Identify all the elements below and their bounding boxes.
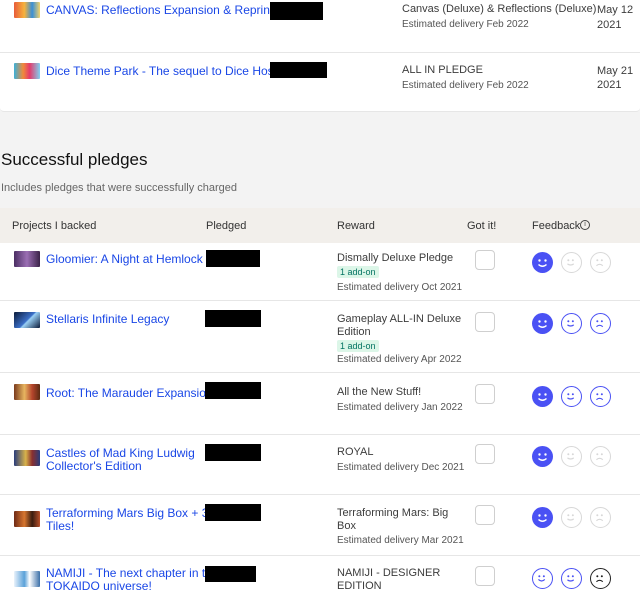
estimated-delivery: Estimated delivery Jan 2022 — [337, 402, 463, 413]
estimated-delivery: Estimated delivery Oct 2021 — [337, 282, 463, 293]
reward-name: NAMIJI - DESIGNER — [337, 567, 441, 579]
reward-name: Gameplay ALL-IN Deluxe — [337, 313, 462, 325]
redacted-amount — [270, 2, 323, 20]
got-it-checkbox[interactable] — [475, 312, 495, 332]
project-link-canvas[interactable]: CANVAS: Reflections Expansion & Reprint — [46, 3, 273, 17]
column-header-reward: Reward — [337, 220, 375, 232]
redacted-amount — [205, 444, 261, 461]
project-thumbnail[interactable] — [14, 384, 40, 400]
project-link-dice-theme-park[interactable]: Dice Theme Park - The sequel to Dice Hos… — [46, 64, 299, 78]
happy-face-icon[interactable] — [532, 507, 553, 528]
estimated-delivery: Estimated delivery Dec 2021 — [337, 462, 465, 473]
happy-face-icon[interactable] — [532, 252, 553, 273]
column-header-got-it: Got it! — [467, 220, 497, 232]
project-link-castles[interactable]: Castles of Mad King Ludwig — [46, 446, 195, 460]
project-link-root[interactable]: Root: The Marauder Expansion — [46, 386, 213, 400]
project-link-gloomier[interactable]: Gloomier: A Night at Hemlock Hall — [46, 252, 227, 266]
row-divider — [0, 300, 640, 301]
sad-face-icon[interactable] — [590, 446, 611, 467]
project-link-terraforming-mars-cont[interactable]: Tiles! — [46, 519, 74, 533]
project-link-castles-cont[interactable]: Collector's Edition — [46, 459, 142, 473]
pledge-date: May 12 — [597, 4, 634, 16]
pledges-card-top: CANVAS: Reflections Expansion & Reprint … — [0, 0, 640, 112]
pledge-date: May 21 — [597, 65, 634, 77]
happy-face-icon[interactable] — [532, 386, 553, 407]
redacted-amount — [205, 382, 261, 399]
table-header: Projects I backed Pledged Reward Got it!… — [0, 208, 640, 243]
project-link-namiji[interactable]: NAMIJI - The next chapter in the — [46, 566, 219, 580]
neutral-face-icon[interactable] — [561, 507, 582, 528]
addon-badge: 1 add-on — [337, 266, 379, 278]
redacted-amount — [270, 62, 327, 78]
pledge-date-year: 2021 — [597, 79, 622, 91]
sad-face-icon[interactable] — [590, 507, 611, 528]
project-link-namiji-cont[interactable]: TOKAIDO universe! — [46, 579, 152, 590]
project-thumbnail[interactable] — [14, 63, 40, 79]
column-header-pledged: Pledged — [206, 220, 247, 232]
row-divider — [0, 52, 640, 53]
got-it-checkbox[interactable] — [475, 444, 495, 464]
reward-name: Terraforming Mars: Big — [337, 507, 449, 519]
neutral-face-icon[interactable] — [561, 252, 582, 273]
project-thumbnail[interactable] — [14, 312, 40, 328]
project-link-terraforming-mars[interactable]: Terraforming Mars Big Box + 3D — [46, 506, 217, 520]
reward-name: ROYAL — [337, 446, 374, 458]
reward-name-cont: Edition — [337, 326, 371, 338]
happy-face-icon[interactable] — [532, 446, 553, 467]
reward-name: All the New Stuff! — [337, 386, 422, 398]
reward-name: Dismally Deluxe Pledge — [337, 252, 454, 264]
row-divider — [0, 372, 640, 373]
column-header-feedback: Feedback — [532, 220, 581, 232]
project-thumbnail[interactable] — [14, 2, 40, 18]
project-thumbnail[interactable] — [14, 450, 40, 466]
reward-name-cont: Box — [337, 520, 356, 532]
sad-face-icon[interactable] — [590, 568, 611, 589]
got-it-checkbox[interactable] — [475, 566, 495, 586]
neutral-face-icon[interactable] — [561, 386, 582, 407]
estimated-delivery: Estimated delivery Mar 2021 — [337, 535, 464, 546]
row-divider — [0, 434, 640, 435]
estimated-delivery: Estimated delivery Apr 2022 — [337, 354, 462, 365]
got-it-checkbox[interactable] — [475, 505, 495, 525]
section-subtitle: Includes pledges that were successfully … — [1, 182, 238, 194]
section-title: Successful pledges — [1, 150, 148, 169]
project-link-stellaris[interactable]: Stellaris Infinite Legacy — [46, 312, 169, 326]
sad-face-icon[interactable] — [590, 313, 611, 334]
row-divider — [0, 555, 640, 556]
redacted-amount — [206, 250, 260, 267]
happy-face-icon[interactable] — [532, 313, 553, 334]
redacted-amount — [205, 566, 256, 582]
reward-name-cont: EDITION — [337, 580, 382, 590]
column-header-projects: Projects I backed — [12, 220, 97, 232]
sad-face-icon[interactable] — [590, 386, 611, 407]
happy-face-icon[interactable] — [532, 568, 553, 589]
reward-name: Canvas (Deluxe) & Reflections (Deluxe) — [402, 3, 597, 15]
redacted-amount — [205, 504, 261, 521]
addon-badge: 1 add-on — [337, 340, 379, 352]
reward-name: ALL IN PLEDGE — [402, 64, 483, 76]
project-thumbnail[interactable] — [14, 251, 40, 267]
neutral-face-icon[interactable] — [561, 313, 582, 334]
pledge-date-year: 2021 — [597, 19, 622, 31]
neutral-face-icon[interactable] — [561, 568, 582, 589]
redacted-amount — [205, 310, 261, 327]
estimated-delivery: Estimated delivery Feb 2022 — [402, 80, 529, 91]
sad-face-icon[interactable] — [590, 252, 611, 273]
row-divider — [0, 494, 640, 495]
project-thumbnail[interactable] — [14, 511, 40, 527]
estimated-delivery: Estimated delivery Feb 2022 — [402, 19, 529, 30]
got-it-checkbox[interactable] — [475, 384, 495, 404]
project-thumbnail[interactable] — [14, 571, 40, 587]
neutral-face-icon[interactable] — [561, 446, 582, 467]
got-it-checkbox[interactable] — [475, 250, 495, 270]
successful-pledges-table: Projects I backed Pledged Reward Got it!… — [0, 208, 640, 590]
info-icon[interactable]: i — [580, 220, 590, 230]
